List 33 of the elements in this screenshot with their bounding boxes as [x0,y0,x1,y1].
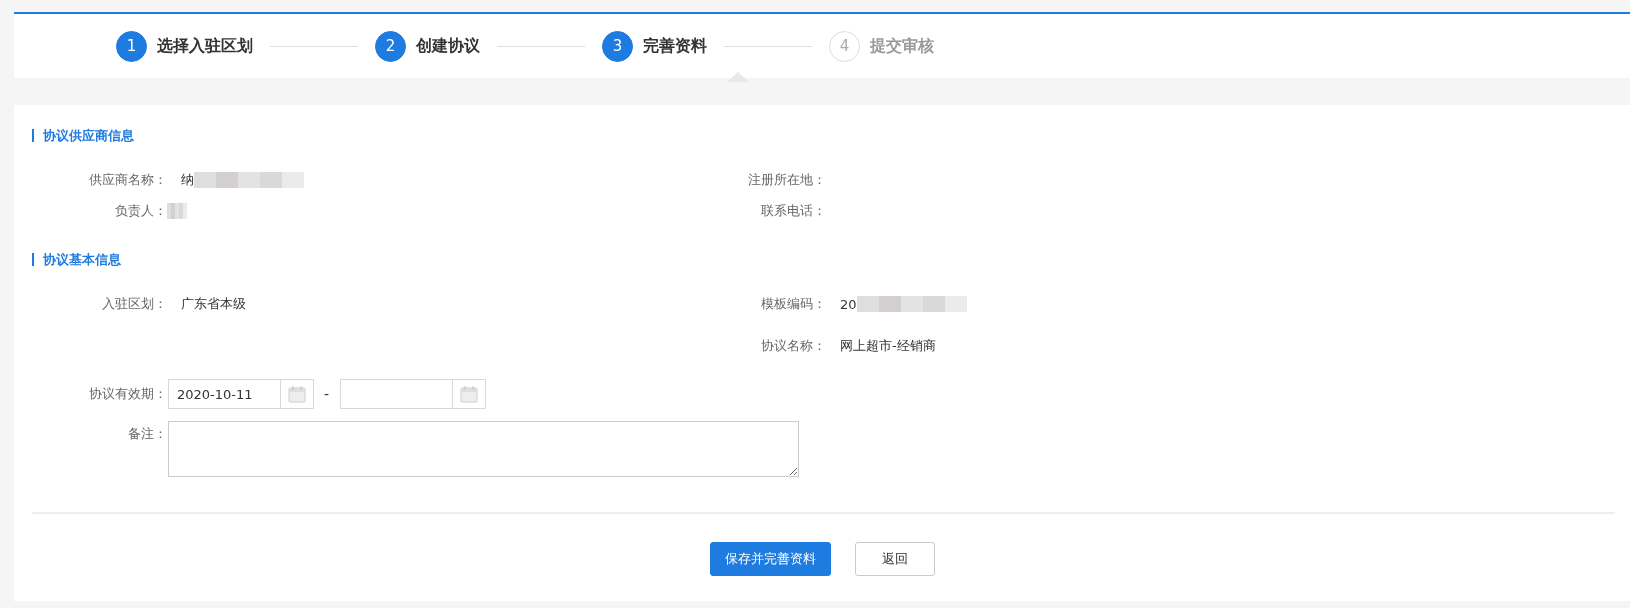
field-label: 注册所在地： [747,171,826,189]
calendar-icon [460,385,479,403]
field-label: 协议有效期： [88,385,167,403]
calendar-button[interactable] [281,379,314,409]
step-label: 提交审核 [870,35,934,57]
step-label: 创建协议 [416,35,480,57]
field-label: 联系电话： [760,202,826,220]
step-label: 选择入驻区划 [157,35,253,57]
field-value: 纳 [181,171,194,189]
back-button[interactable]: 返回 [854,542,935,576]
step-label: 完善资料 [643,35,707,57]
save-button[interactable]: 保存并完善资料 [709,542,831,576]
field-label: 备注： [127,425,167,443]
field-value: 广东省本级 [181,295,246,313]
field-label: 模板编码： [760,295,826,313]
start-date-field[interactable]: 2020-10-11 [168,379,281,409]
section-title: 协议供应商信息 [32,129,1630,142]
calendar-button[interactable] [453,379,487,409]
field-label: 入驻区划： [101,295,167,313]
field-label: 协议名称： [760,337,826,355]
field-label: 负责人： [114,202,167,220]
remark-field[interactable] [168,421,799,477]
calendar-icon [288,385,306,403]
field-value: 20 [840,296,857,312]
step-number: 1 [116,30,147,62]
step-number: 3 [602,30,633,62]
date-separator: - [324,386,330,402]
end-date-field[interactable] [340,379,454,409]
step-number: 2 [375,30,406,62]
section-title: 协议基本信息 [32,253,1630,266]
field-label: 供应商名称： [88,171,167,189]
step-number: 4 [829,30,860,62]
field-value: 网上超市-经销商 [840,337,936,355]
